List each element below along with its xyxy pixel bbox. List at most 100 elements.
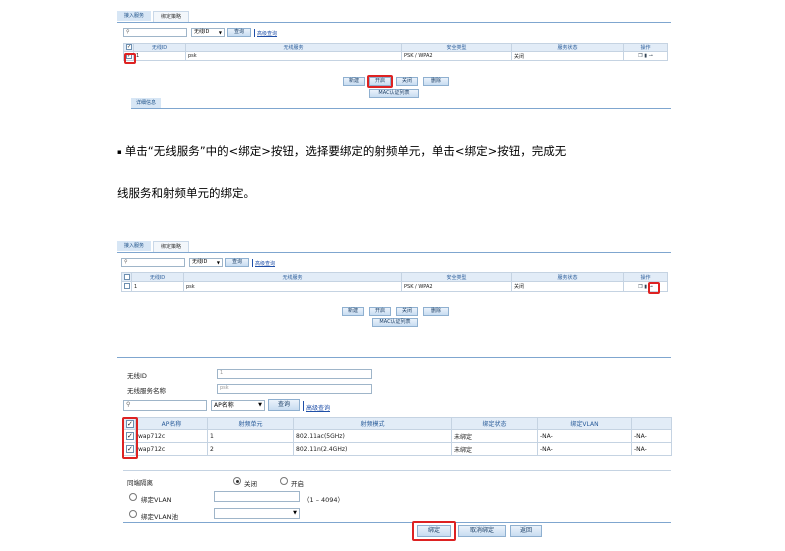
cell-service: psk — [185, 51, 402, 61]
col-security-type: 安全类型 — [401, 43, 512, 52]
divider — [303, 401, 304, 411]
service-table: 无线ID 无线服务 安全类型 服务状态 操作 1 psk PSK / WPA2 … — [123, 43, 668, 61]
new-button[interactable]: 新建 — [342, 307, 364, 316]
col-radio-mode: 射频模式 — [293, 417, 452, 430]
col-radio-unit: 射频单元 — [207, 417, 294, 430]
bind-vlan-label: 绑定VLAN — [141, 496, 172, 504]
tab-access-service[interactable]: 接入服务 — [117, 241, 151, 251]
query-button[interactable]: 查询 — [227, 28, 251, 37]
search-icon: ⚲ — [126, 29, 130, 35]
col-bind-status: 绑定状态 — [451, 417, 538, 430]
col-ap-name: AP名称 — [135, 417, 208, 430]
cell-status: 关闭 — [511, 51, 624, 61]
wireless-id-field: 1 — [217, 369, 372, 379]
bind-vlan-pool-radio[interactable] — [129, 510, 137, 518]
service-name-label: 无线服务名称 — [127, 387, 166, 395]
query-button[interactable]: 查询 — [268, 399, 300, 411]
advanced-query-link[interactable]: 高级查询 — [306, 403, 330, 412]
search-input[interactable]: ⚲ — [123, 28, 187, 37]
isolation-off-radio[interactable] — [233, 477, 241, 485]
col-operation: 操作 — [623, 272, 668, 282]
delete-icon[interactable]: ▮ — [644, 53, 647, 59]
instruction-text-1: 单击“无线服务”中的<绑定>按钮，选择要绑定的射频单元，单击<绑定>按钮，完成无 — [124, 144, 567, 158]
select-all-cell — [123, 43, 134, 52]
table-row[interactable]: wap712c 1 802.11ac(5GHz) 未绑定 -NA- -NA- — [123, 429, 672, 443]
filter-select[interactable]: 无线ID ▼ — [191, 28, 225, 37]
cell-radio-mode: 802.11ac(5GHz) — [293, 429, 452, 443]
tab-binding-policy[interactable]: 绑定策略 — [153, 241, 189, 252]
isolation-label: 同端隔离 — [127, 479, 153, 487]
tab-binding-policy[interactable]: 绑定策略 — [153, 11, 189, 22]
delete-button[interactable]: 删除 — [423, 77, 449, 86]
search-icon: ⚲ — [126, 401, 131, 408]
table-row[interactable]: wap712c 2 802.11n(2.4GHz) 未绑定 -NA- -NA- — [123, 442, 672, 456]
unbind-button[interactable]: 取消绑定 — [458, 525, 506, 537]
detail-divider — [131, 108, 671, 109]
cell-service: psk — [183, 281, 402, 292]
table-row[interactable]: 1 psk PSK / WPA2 关闭 ❐ ▮ ⊸ — [121, 281, 668, 292]
row-checkbox[interactable] — [124, 283, 130, 290]
filter-select-value: AP名称 — [214, 402, 234, 409]
mac-auth-list-button[interactable]: MAC认证列表 — [372, 318, 418, 327]
wireless-id-label: 无线ID — [127, 372, 147, 380]
delete-button[interactable]: 删除 — [423, 307, 449, 316]
instruction-line-2: 线服务和射频单元的绑定。 — [117, 185, 255, 201]
copy-icon[interactable]: ❐ — [638, 53, 642, 59]
mac-auth-list-button[interactable]: MAC认证列表 — [369, 89, 419, 98]
chevron-down-icon: ▼ — [258, 402, 262, 408]
tab-access-service[interactable]: 接入服务 — [117, 11, 151, 21]
isolation-on-radio[interactable] — [280, 477, 288, 485]
table-row[interactable]: 1 psk PSK / WPA2 关闭 ❐ ▮ ⊸ — [123, 51, 668, 61]
cell-bind-vlan: -NA- — [537, 429, 632, 443]
select-all-checkbox[interactable] — [124, 273, 130, 280]
instruction-line-1: ▪ 单击“无线服务”中的<绑定>按钮，选择要绑定的射频单元，单击<绑定>按钮，完成… — [117, 143, 566, 159]
search-icon: ⚲ — [124, 259, 128, 265]
bind-vlan-radio[interactable] — [129, 493, 137, 501]
back-button[interactable]: 返回 — [510, 525, 542, 537]
highlight-bind-icon — [648, 282, 660, 294]
highlight-enable-button — [367, 75, 393, 88]
col-wireless-service: 无线服务 — [185, 43, 402, 52]
highlight-bind-button — [412, 521, 456, 541]
cell-extra: -NA- — [631, 429, 672, 443]
panel-service-list-2: 接入服务 绑定策略 ⚲ 无线ID ▼ 查询 高级查询 无线ID 无线服务 安全类… — [117, 241, 671, 331]
copy-icon[interactable]: ❐ — [638, 284, 642, 290]
highlight-row-checkbox — [124, 53, 136, 64]
tab-bar — [117, 11, 671, 23]
col-wireless-id: 无线ID — [131, 272, 184, 282]
col-extra — [631, 417, 672, 430]
query-button[interactable]: 查询 — [225, 258, 249, 267]
panel-service-list-1: 接入服务 绑定策略 ⚲ 无线ID ▼ 查询 高级查询 无线ID 无线服务 安全类… — [117, 11, 671, 111]
filter-select-value: 无线ID — [194, 29, 210, 35]
select-all-checkbox[interactable] — [126, 44, 132, 51]
isolation-on-label: 开启 — [291, 480, 304, 488]
filter-select[interactable]: 无线ID ▼ — [189, 258, 223, 267]
enable-button[interactable]: 开启 — [369, 307, 391, 316]
cell-radio-mode: 802.11n(2.4GHz) — [293, 442, 452, 456]
disable-button[interactable]: 关闭 — [396, 77, 418, 86]
search-input[interactable]: ⚲ — [121, 258, 185, 267]
bullet: ▪ — [117, 147, 122, 156]
chevron-down-icon: ▼ — [218, 30, 222, 35]
bind-vlan-input[interactable] — [214, 491, 300, 502]
advanced-query-link[interactable]: 高级查询 — [257, 30, 277, 37]
cell-radio-unit: 1 — [207, 429, 294, 443]
search-input[interactable]: ⚲ — [123, 400, 207, 411]
bind-icon[interactable]: ⊸ — [649, 53, 653, 59]
delete-icon[interactable]: ▮ — [644, 284, 647, 290]
cell-security: PSK / WPA2 — [401, 51, 512, 61]
chevron-down-icon: ▼ — [216, 260, 220, 265]
chevron-down-icon: ▼ — [293, 510, 297, 516]
cell-security: PSK / WPA2 — [401, 281, 512, 292]
advanced-query-link[interactable]: 高级查询 — [255, 260, 275, 267]
col-security-type: 安全类型 — [401, 272, 512, 282]
highlight-checkbox-column — [122, 417, 138, 459]
panel-top-border — [117, 357, 671, 358]
new-button[interactable]: 新建 — [343, 77, 365, 86]
cell-ap-name: wap712c — [135, 429, 208, 443]
filter-select[interactable]: AP名称 ▼ — [211, 400, 265, 411]
tab-bar — [117, 241, 671, 253]
tab-detail[interactable]: 详细信息 — [131, 98, 161, 108]
disable-button[interactable]: 关闭 — [396, 307, 418, 316]
bind-vlan-pool-select[interactable]: ▼ — [214, 508, 300, 519]
